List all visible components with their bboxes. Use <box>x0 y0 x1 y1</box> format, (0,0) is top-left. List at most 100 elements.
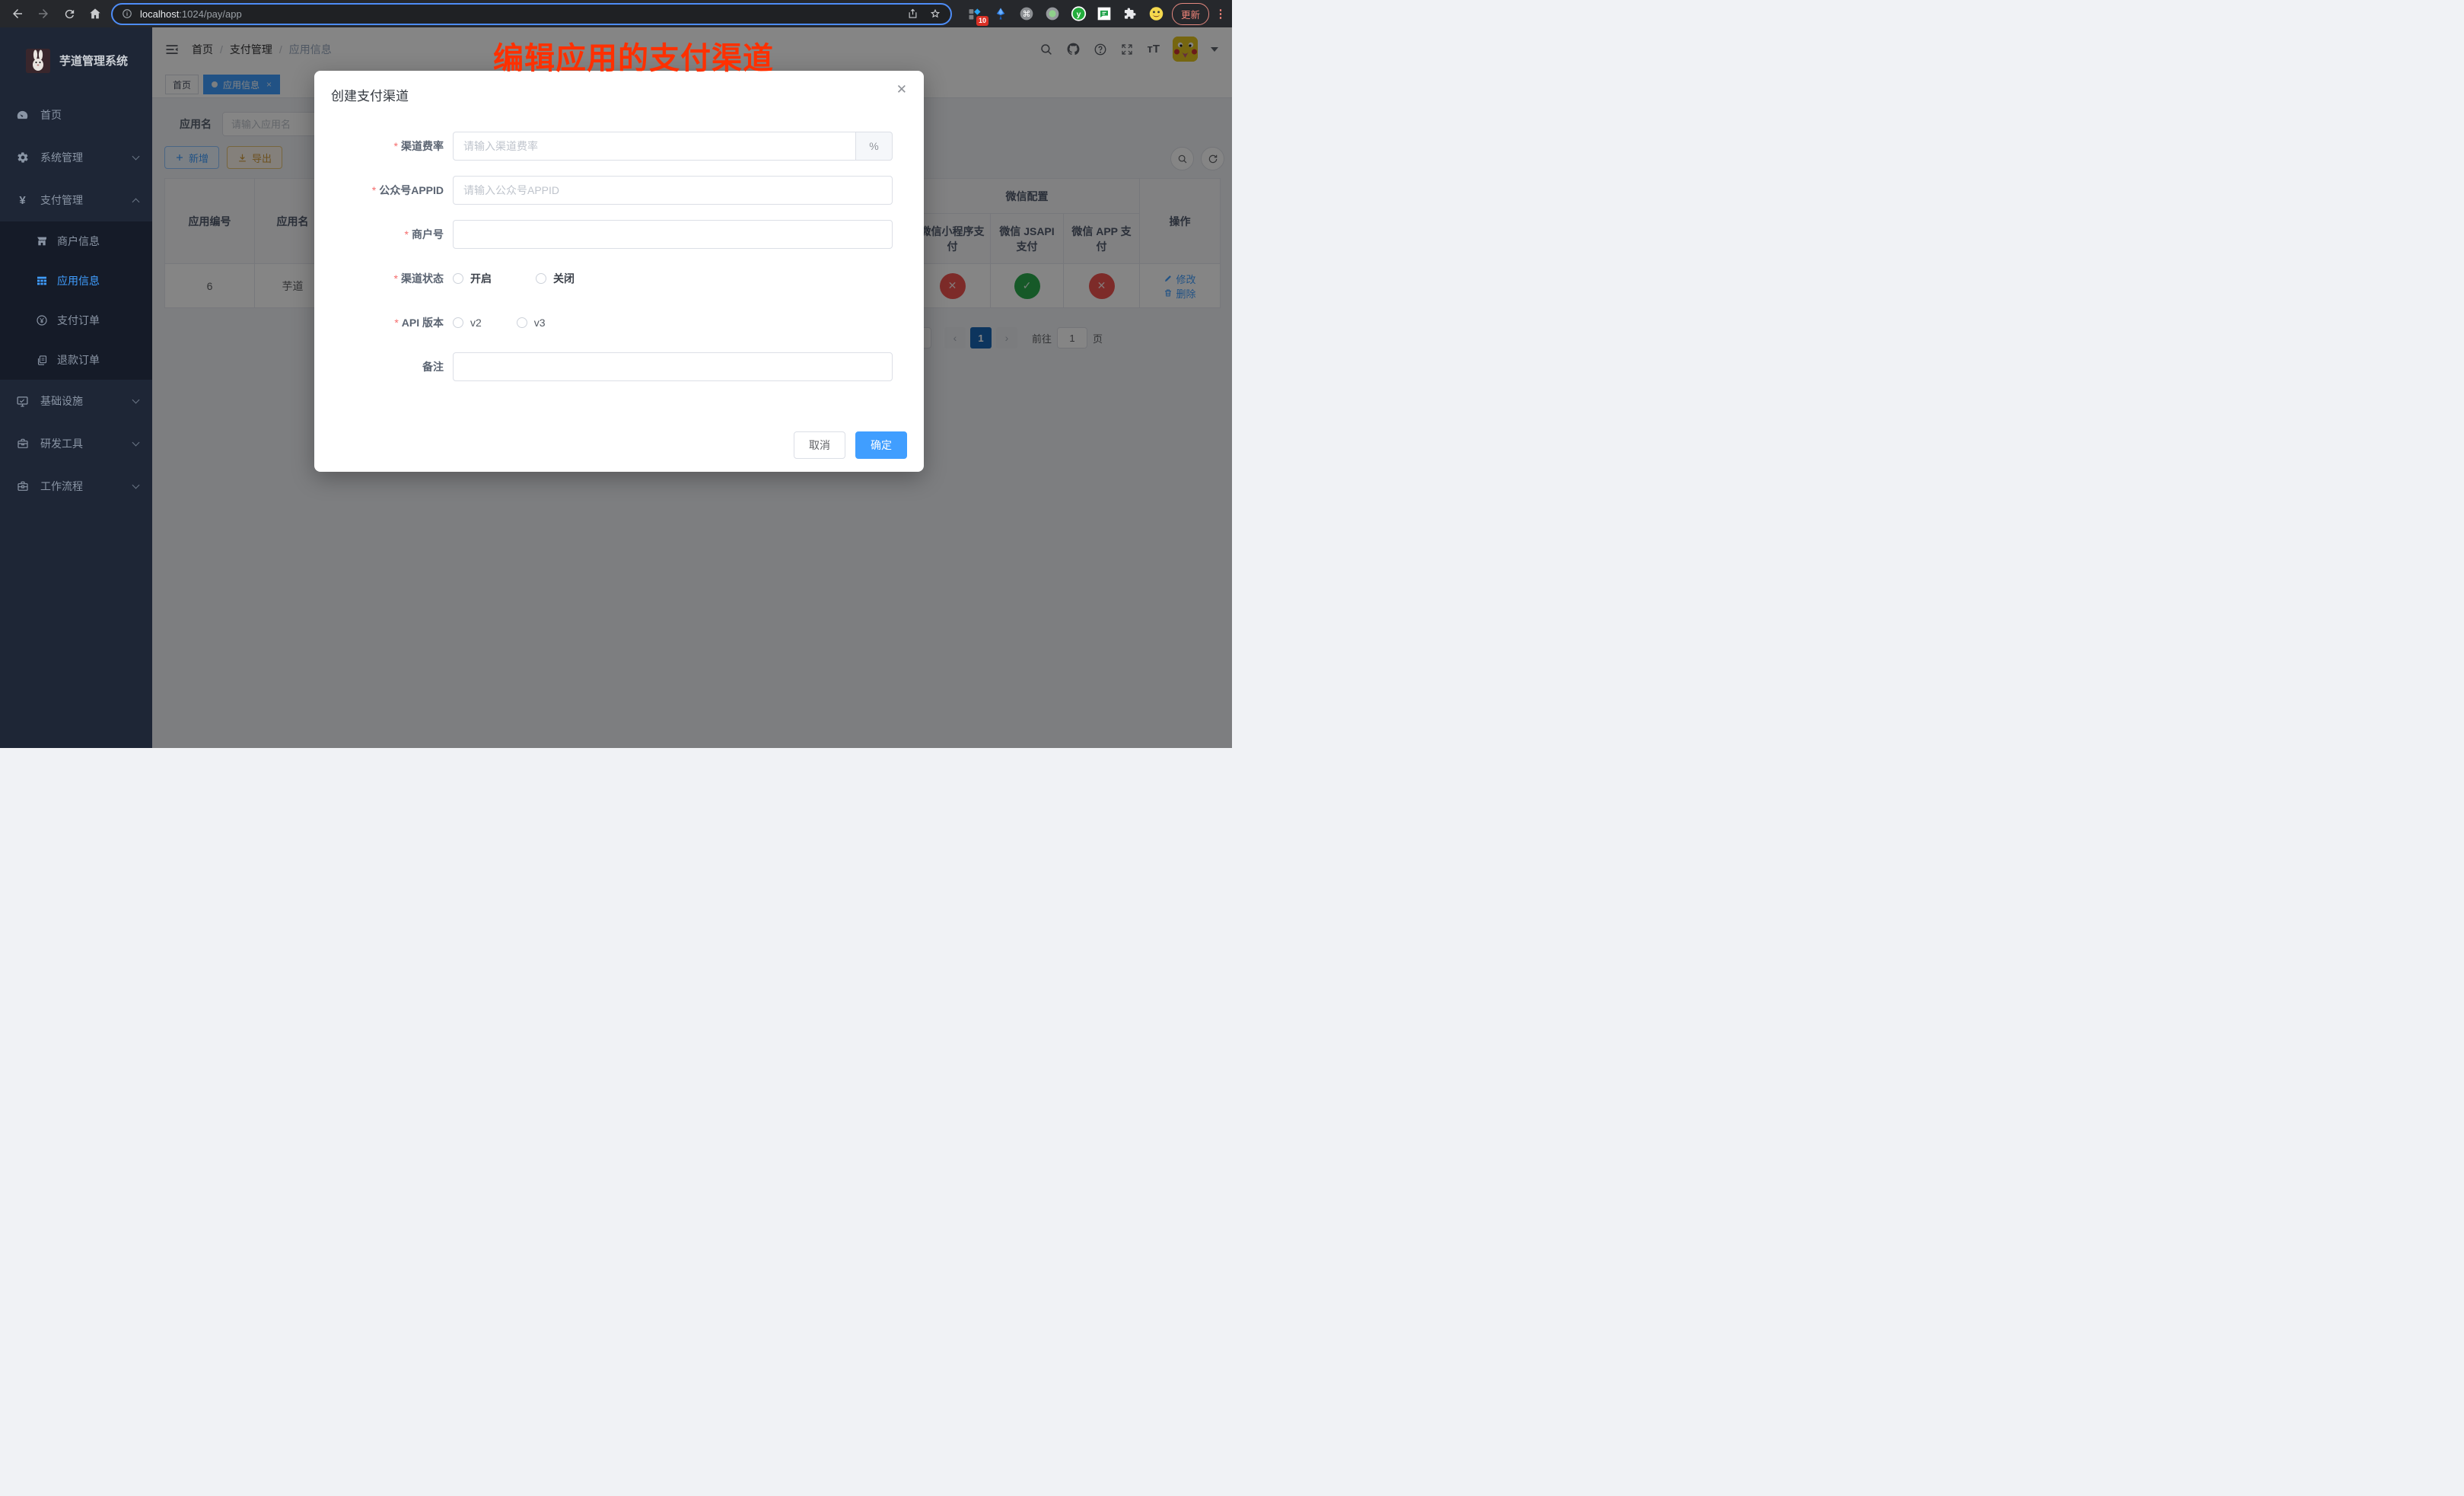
chevron-down-icon <box>132 153 140 161</box>
sidebar: 芋道管理系统 首页 系统管理 ¥ 支付管理 商户信息 <box>0 27 152 748</box>
sidebar-item-home[interactable]: 首页 <box>0 94 152 136</box>
browser-forward-icon[interactable] <box>30 3 56 24</box>
status-radio-on[interactable]: 开启 <box>453 271 492 286</box>
merchant-input[interactable] <box>453 220 893 249</box>
sidebar-item-label: 退款订单 <box>57 352 100 368</box>
yen-circle-icon <box>36 314 48 326</box>
radio-circle-icon <box>536 273 546 284</box>
documents-icon <box>36 354 48 366</box>
browser-home-icon[interactable] <box>82 3 108 24</box>
app-logo <box>26 49 50 73</box>
command-extension-icon[interactable]: ⌘ <box>1019 6 1035 22</box>
create-channel-dialog: 创建支付渠道 ✕ 渠道费率 % 公众号APPID 商户号 渠道状态 <box>314 71 924 472</box>
sidebar-item-pay-orders[interactable]: 支付订单 <box>0 301 152 340</box>
grid-icon <box>36 275 48 287</box>
svg-text:⌘: ⌘ <box>1023 9 1031 19</box>
channel-form: 渠道费率 % 公众号APPID 商户号 渠道状态 开启 <box>314 132 924 396</box>
gear-icon <box>16 151 29 164</box>
sidebar-item-app-info[interactable]: 应用信息 <box>0 261 152 301</box>
sidebar-item-label: 商户信息 <box>57 234 100 249</box>
browser-update-button[interactable]: 更新 <box>1172 3 1209 25</box>
browser-reload-icon[interactable] <box>56 3 82 24</box>
radio-label: 关闭 <box>553 271 575 286</box>
chevron-up-icon <box>132 198 140 205</box>
sidebar-item-refund-orders[interactable]: 退款订单 <box>0 340 152 380</box>
confirm-button[interactable]: 确定 <box>855 431 907 459</box>
briefcase-icon <box>16 480 29 493</box>
bookmark-star-icon[interactable] <box>929 8 941 20</box>
sidebar-item-label: 工作流程 <box>40 479 133 494</box>
sidebar-item-label: 应用信息 <box>57 273 100 288</box>
fee-rate-row: 渠道费率 % <box>314 132 924 161</box>
api-version-row: API 版本 v2 v3 <box>314 308 924 337</box>
merchant-label: 商户号 <box>314 227 453 242</box>
remark-row: 备注 <box>314 352 924 381</box>
sidebar-item-payment[interactable]: ¥ 支付管理 <box>0 179 152 221</box>
sidebar-item-workflow[interactable]: 工作流程 <box>0 465 152 508</box>
radio-circle-icon <box>453 273 463 284</box>
sidebar-item-dev-tools[interactable]: 研发工具 <box>0 422 152 465</box>
dashboard-icon <box>16 109 29 122</box>
sidebar-item-label: 支付订单 <box>57 313 100 328</box>
chat-extension-icon[interactable] <box>1097 6 1113 22</box>
radio-label: v3 <box>534 317 546 329</box>
browser-toolbar: localhost:1024/pay/app 10 ⌘ y <box>0 0 1232 27</box>
api-radio-v3[interactable]: v3 <box>517 317 546 329</box>
dot-extension-icon[interactable] <box>1045 6 1061 22</box>
sidebar-item-infrastructure[interactable]: 基础设施 <box>0 380 152 422</box>
shop-icon <box>36 235 48 247</box>
y-extension-icon[interactable]: y <box>1071 6 1087 22</box>
radio-circle-icon <box>517 317 527 328</box>
sidebar-item-label: 研发工具 <box>40 436 133 451</box>
extensions-puzzle-icon[interactable] <box>1122 6 1138 22</box>
svg-text:y: y <box>1077 10 1081 19</box>
sidebar-item-label: 系统管理 <box>40 150 133 165</box>
sidebar-item-system[interactable]: 系统管理 <box>0 136 152 179</box>
browser-menu-icon[interactable]: ⋮ <box>1214 7 1227 21</box>
sidebar-item-label: 支付管理 <box>40 193 133 208</box>
appid-input[interactable] <box>453 176 893 205</box>
fee-rate-input[interactable] <box>453 132 856 161</box>
yen-icon: ¥ <box>16 194 29 207</box>
emoji-extension-icon[interactable] <box>1148 6 1164 22</box>
address-bar[interactable]: localhost:1024/pay/app <box>111 3 952 25</box>
merchant-row: 商户号 <box>314 220 924 249</box>
appid-label: 公众号APPID <box>314 183 453 198</box>
status-row: 渠道状态 开启 关闭 <box>314 264 924 293</box>
api-version-label: API 版本 <box>314 315 453 330</box>
remark-label: 备注 <box>314 359 453 374</box>
payment-submenu: 商户信息 应用信息 支付订单 退款订单 <box>0 221 152 380</box>
annotation-text: 编辑应用的支付渠道 <box>493 33 774 78</box>
status-label: 渠道状态 <box>314 271 453 286</box>
monitor-icon <box>16 395 29 408</box>
cancel-button[interactable]: 取消 <box>794 431 845 459</box>
browser-back-icon[interactable] <box>5 3 30 24</box>
url-host: localhost <box>140 8 179 20</box>
dialog-close-icon[interactable]: ✕ <box>896 83 907 96</box>
extensions-row: 10 ⌘ y <box>967 6 1164 22</box>
extension-badge: 10 <box>976 16 988 26</box>
dialog-title: 创建支付渠道 <box>331 85 409 104</box>
radio-circle-icon <box>453 317 463 328</box>
remark-input[interactable] <box>453 352 893 381</box>
sidebar-item-label: 基础设施 <box>40 393 133 409</box>
sidebar-item-merchant-info[interactable]: 商户信息 <box>0 221 152 261</box>
share-icon[interactable] <box>907 8 918 20</box>
app-title: 芋道管理系统 <box>59 53 128 68</box>
url-path: :1024/pay/app <box>179 8 241 20</box>
percent-suffix: % <box>856 132 893 161</box>
toolbox-icon <box>16 438 29 450</box>
dialog-footer: 取消 确定 <box>794 431 907 459</box>
status-radio-off[interactable]: 关闭 <box>536 271 575 286</box>
app-logo-row[interactable]: 芋道管理系统 <box>0 27 152 94</box>
chevron-down-icon <box>132 439 140 447</box>
chevron-down-icon <box>132 396 140 404</box>
site-info-icon[interactable] <box>122 8 132 19</box>
pin-extension-icon[interactable] <box>993 6 1009 22</box>
appid-row: 公众号APPID <box>314 176 924 205</box>
api-radio-v2[interactable]: v2 <box>453 317 482 329</box>
sidebar-item-label: 首页 <box>40 107 138 123</box>
tabs-extension-icon[interactable]: 10 <box>967 6 983 22</box>
radio-label: 开启 <box>470 271 492 286</box>
fee-rate-label: 渠道费率 <box>314 138 453 154</box>
